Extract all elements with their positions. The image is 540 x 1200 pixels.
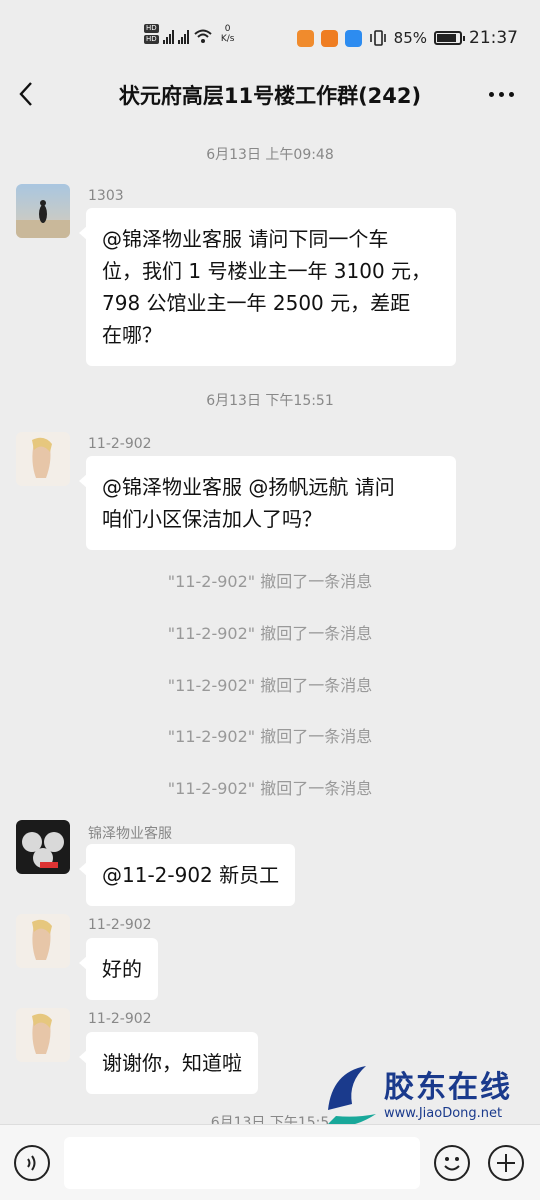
recall-notice: "11-2-902" 撤回了一条消息 (167, 676, 373, 695)
app-notification-icon (296, 29, 314, 47)
chat-title: 状元府高层11号楼工作群(242) (118, 84, 422, 108)
message-line: 谢谢你，知道啦 (102, 1051, 242, 1075)
avatar[interactable] (16, 1008, 70, 1062)
status-right: 85% 21:37 (296, 28, 518, 48)
message-line: 咱们小区保洁加人了吗？ (102, 507, 322, 531)
watermark-logo: 胶东在线 www.JiaoDong.net (322, 1060, 532, 1132)
emoji-icon[interactable] (434, 1145, 470, 1181)
message-bubble[interactable]: @11-2-902 新员工 (78, 844, 296, 906)
sender-name: 11-2-902 (88, 436, 152, 452)
message-line: 在哪？ (102, 323, 162, 347)
signal-icon (162, 28, 174, 44)
battery-icon (434, 31, 465, 45)
recall-notice: "11-2-902" 撤回了一条消息 (167, 779, 373, 798)
message-line: @锦泽物业客服 请问下同一个车 (102, 227, 389, 251)
message-bubble[interactable]: 谢谢你，知道啦 (79, 1032, 258, 1094)
recall-notice: "11-2-902" 撤回了一条消息 (167, 572, 373, 591)
message-bubble[interactable]: @锦泽物业客服 请问下同一个车 位，我们 1 号楼业主一年 3100 元， 79… (79, 208, 456, 366)
sender-name: 锦泽物业客服 (88, 826, 172, 842)
jiaodong-logo-icon (326, 1066, 376, 1127)
message-line: 798 公馆业主一年 2500 元，差距 (102, 291, 411, 315)
watermark-name: 胶东在线 (384, 1070, 512, 1105)
message-bubble[interactable]: @锦泽物业客服 @扬帆远航 请问 咱们小区保洁加人了吗？ (79, 456, 456, 550)
status-bar: HD HD 0 K/s 85% 21:37 (0, 0, 540, 62)
wifi-icon (193, 29, 212, 43)
recall-notice: "11-2-902" 撤回了一条消息 (167, 727, 373, 746)
hd-icon: HD HD (144, 24, 159, 44)
browser-app-icon (344, 29, 362, 47)
video-app-icon (320, 29, 338, 47)
avatar[interactable] (16, 914, 70, 968)
net-speed: 0 K/s (220, 24, 235, 44)
message-line: 位，我们 1 号楼业主一年 3100 元， (102, 259, 432, 283)
input-bar (0, 1124, 540, 1200)
sender-name: 1303 (88, 188, 124, 204)
recall-notice: "11-2-902" 撤回了一条消息 (167, 624, 373, 643)
watermark-url: www.JiaoDong.net (384, 1106, 503, 1121)
sender-name: 11-2-902 (88, 917, 152, 933)
back-arrow-icon[interactable] (16, 79, 38, 109)
avatar[interactable] (16, 820, 70, 874)
title-bar: 状元府高层11号楼工作群(242) (0, 62, 540, 126)
battery-percent: 85% (393, 29, 427, 47)
more-options-icon[interactable] (489, 92, 514, 97)
message-bubble[interactable]: 好的 (79, 938, 158, 1000)
sender-name: 11-2-902 (88, 1011, 152, 1027)
signal-icon-2 (177, 28, 189, 44)
clock: 21:37 (469, 28, 518, 48)
avatar[interactable] (16, 184, 70, 238)
timestamp: 6月13日 下午15:51 (206, 393, 334, 409)
network-indicators: HD HD 0 K/s (144, 24, 239, 44)
timestamp: 6月13日 上午09:48 (206, 147, 334, 163)
message-input[interactable] (64, 1137, 420, 1189)
message-line: @11-2-902 新员工 (102, 863, 280, 887)
chat-area[interactable]: 6月13日 上午09:48 1303 @锦泽物业客服 请问下同一个车 位，我们 … (0, 126, 540, 1124)
voice-input-icon[interactable] (14, 1145, 50, 1181)
more-actions-plus-icon[interactable] (488, 1145, 524, 1181)
message-line: 好的 (102, 957, 142, 981)
avatar[interactable] (16, 432, 70, 486)
message-line: @锦泽物业客服 @扬帆远航 请问 (102, 475, 395, 499)
vibrate-icon (369, 30, 386, 46)
